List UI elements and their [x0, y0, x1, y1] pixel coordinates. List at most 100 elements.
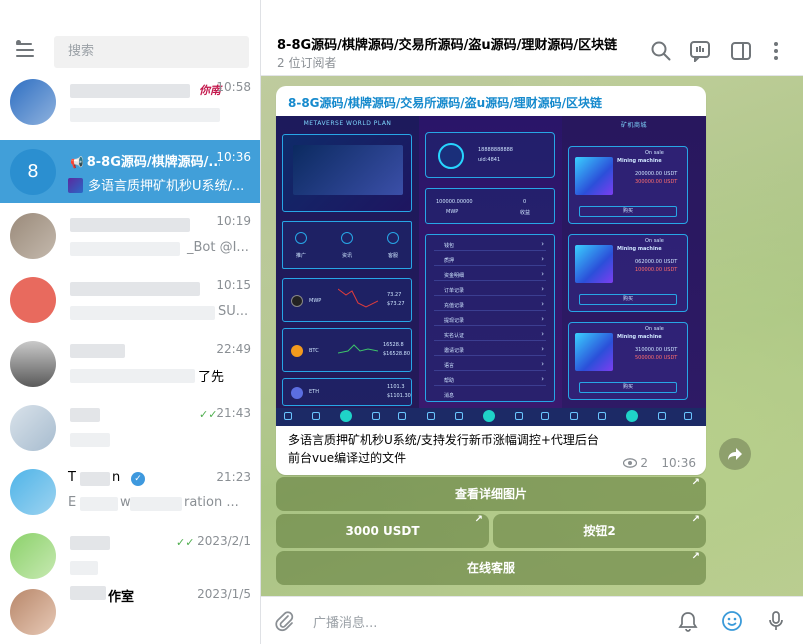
screen-home: METAVERSE WORLD PLAN 推广 资讯 客服 MWP 73.27 … — [276, 116, 419, 426]
chat-time: 10:19 — [216, 214, 251, 228]
chat-preview-text: 多语言质押矿机秒U系统/... — [88, 179, 245, 194]
composer: 广播消息... — [261, 596, 803, 644]
double-check-icon: ✓✓ — [199, 408, 218, 421]
blurred-name — [80, 472, 110, 486]
chat-header[interactable]: 8-8G源码/棋牌源码/交易所源码/盗u源码/理财源码/区块链 2 位订阅者 — [261, 0, 803, 76]
blurred-name — [70, 586, 106, 600]
chat-time: 10:15 — [216, 278, 251, 292]
chat-list-item[interactable]: 了先 22:49 — [0, 332, 260, 395]
blurred-name — [70, 84, 190, 98]
screen-title: 矿机商城 — [620, 122, 647, 129]
post-title: 8-8G源码/棋牌源码/交易所源码/盗u源码/理财源码/区块链 — [288, 96, 602, 110]
chat-time: 10:36 — [216, 150, 251, 164]
chat-time: 10:58 — [216, 80, 251, 94]
caption-line: 多语言质押矿机秒U系统/支持发行新币涨幅调控+代理后台 — [288, 433, 599, 447]
avatar — [10, 589, 56, 635]
chat-list-item[interactable]: T n ✓ 21:23 E w ration ... — [0, 460, 260, 523]
message-input[interactable]: 广播消息... — [313, 612, 377, 631]
chat-preview-text: SU... — [218, 304, 249, 319]
blurred-preview — [70, 306, 215, 320]
profile-panel: 18888888888 uid:4841 — [425, 132, 555, 178]
bell-icon[interactable] — [677, 610, 699, 632]
button2-label: 按钮2 — [583, 524, 616, 538]
avatar — [10, 405, 56, 451]
external-link-icon: ↗ — [474, 514, 483, 525]
sidebar-top: 搜索 — [0, 0, 260, 70]
chat-list-item[interactable]: ✓✓ 21:43 — [0, 396, 260, 459]
screen-title: METAVERSE WORLD PLAN — [303, 120, 392, 127]
chat-preview-text: 了先 — [198, 370, 225, 385]
blurred-preview — [130, 497, 182, 511]
attach-icon[interactable] — [273, 610, 295, 632]
external-link-icon: ↗ — [691, 514, 700, 525]
nav-icon — [341, 232, 353, 244]
nav-label: 资讯 — [342, 253, 353, 259]
blurred-preview — [70, 108, 220, 122]
support-button[interactable]: 在线客服 ↗ — [276, 551, 706, 585]
more-vertical-icon[interactable] — [765, 40, 787, 62]
blurred-name — [70, 536, 110, 550]
microphone-icon[interactable] — [765, 610, 787, 632]
nav-panel: 推广 资讯 客服 — [282, 221, 412, 269]
sidebar: 搜索 你南 10:58 8 📢 8-8G源码/棋牌源码/... 10:36 多语言… — [0, 0, 261, 644]
details-button-label: 查看详细图片 — [454, 487, 527, 501]
post-image[interactable]: METAVERSE WORLD PLAN 推广 资讯 客服 MWP 73.27 … — [276, 116, 706, 426]
forward-icon[interactable] — [719, 438, 751, 470]
chat-time: 21:43 — [216, 406, 251, 420]
verified-icon: ✓ — [131, 472, 145, 486]
blurred-name — [70, 282, 200, 296]
blurred-name — [70, 408, 100, 422]
chat-title: 📢 8-8G源码/棋牌源码/... — [70, 151, 220, 170]
channel-title: 8-8G源码/棋牌源码/交易所源码/盗u源码/理财源码/区块链 — [277, 38, 618, 53]
search-icon[interactable] — [650, 40, 672, 62]
search-input[interactable]: 搜索 — [54, 36, 249, 68]
channel-post[interactable]: 8-8G源码/棋牌源码/交易所源码/盗u源码/理财源码/区块链 METAVERS… — [276, 86, 706, 475]
double-check-icon: ✓✓ — [176, 536, 195, 549]
menu-icon[interactable] — [16, 40, 38, 58]
chat-name: T — [68, 470, 76, 485]
chat-list-item[interactable]: ✓✓ 2023/2/1 — [0, 524, 260, 587]
sidebar-toggle-icon[interactable] — [730, 40, 752, 62]
banner-panel — [282, 134, 412, 212]
view-count: 2 — [622, 456, 648, 470]
blurred-preview — [70, 561, 98, 575]
usdt-button[interactable]: 3000 USDT ↗ — [276, 514, 489, 548]
chat-preview-text: _Bot @I... — [187, 240, 249, 255]
subscriber-count: 2 位订阅者 — [277, 56, 337, 70]
coin-row: ETH 1101.3 $1101.30 — [282, 378, 412, 406]
chat-list-item[interactable]: _Bot @I... 10:19 — [0, 204, 260, 267]
chat-list-item[interactable]: SU... 10:15 — [0, 268, 260, 331]
avatar: 8 — [10, 149, 56, 195]
chat-preview-end: ration ... — [184, 495, 239, 510]
nav-icon — [295, 232, 307, 244]
button2-button[interactable]: 按钮2 ↗ — [493, 514, 706, 548]
chat-list-item[interactable]: 你南 10:58 — [0, 70, 260, 133]
caption-line: 前台vue编译过的文件 — [288, 451, 407, 465]
emoji-icon[interactable] — [721, 610, 743, 632]
blurred-name — [70, 344, 125, 358]
coin-row: MWP 73.27 $73.27 — [282, 278, 412, 322]
message-area: 8-8G源码/棋牌源码/交易所源码/盗u源码/理财源码/区块链 METAVERS… — [261, 76, 803, 596]
tab-bar — [562, 408, 706, 426]
chat-panel: 8-8G源码/棋牌源码/交易所源码/盗u源码/理财源码/区块链 2 位订阅者 8… — [261, 0, 803, 644]
usdt-button-label: 3000 USDT — [345, 524, 420, 538]
avatar — [10, 533, 56, 579]
machine-card: On sale Mining machine 310000.00 USDT 50… — [568, 322, 688, 400]
post-caption: 多语言质押矿机秒U系统/支持发行新币涨幅调控+代理后台 前台vue编译过的文件 — [288, 431, 599, 467]
blurred-preview — [70, 433, 110, 447]
screen-mining-shop: 矿机商城 On sale Mining machine 200000.00 US… — [562, 116, 706, 426]
views-value: 2 — [640, 456, 648, 470]
chat-list-item-active[interactable]: 8 📢 8-8G源码/棋牌源码/... 10:36 多语言质押矿机秒U系统/... — [0, 140, 260, 203]
chat-time: 2023/1/5 — [197, 587, 251, 601]
nav-icon — [387, 232, 399, 244]
blurred-preview — [70, 369, 195, 383]
coin-row: BTC 16528.8 $16528.80 — [282, 328, 412, 372]
nav-label: 客服 — [388, 253, 399, 259]
avatar — [10, 213, 56, 259]
comments-icon[interactable] — [689, 40, 711, 62]
external-link-icon: ↗ — [691, 477, 700, 488]
details-button[interactable]: 查看详细图片 ↗ — [276, 477, 706, 511]
avatar — [10, 79, 56, 125]
chat-list-item[interactable]: 作室 2023/1/5 — [0, 580, 260, 643]
blurred-name — [70, 218, 190, 232]
